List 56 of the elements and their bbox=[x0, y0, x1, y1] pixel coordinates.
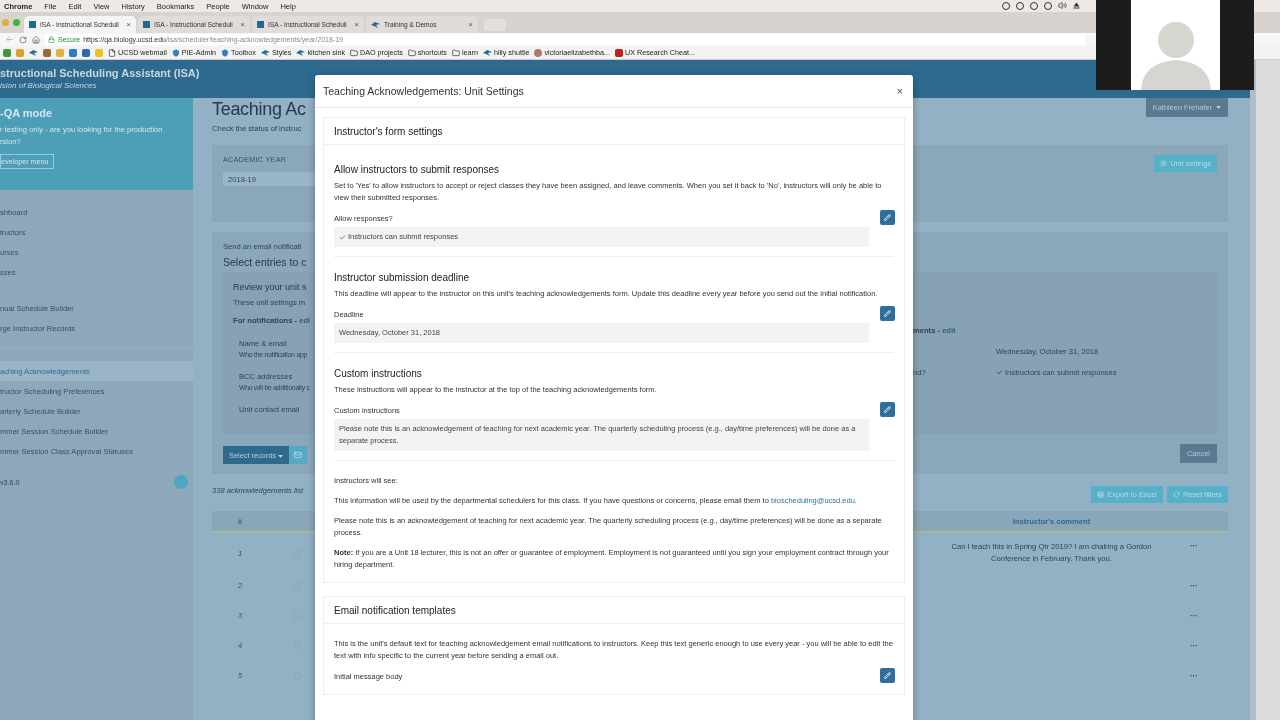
notification-heading: Select entries to c bbox=[223, 256, 308, 268]
card-title: Instructor's form settings bbox=[334, 125, 443, 137]
bird-icon bbox=[371, 21, 380, 28]
table-icon bbox=[1097, 491, 1105, 498]
close-tab-button[interactable]: × bbox=[354, 20, 359, 29]
lock-icon bbox=[48, 36, 55, 43]
folder-icon bbox=[451, 48, 460, 57]
check-icon bbox=[339, 233, 346, 241]
dialog-title: Teaching Acknowledgements: Unit Settings bbox=[323, 85, 524, 97]
edit-button[interactable] bbox=[880, 210, 895, 225]
caret-icon bbox=[1216, 106, 1221, 109]
envelope-icon bbox=[294, 451, 303, 459]
pencil-icon bbox=[884, 672, 891, 679]
shield-icon bbox=[171, 48, 180, 57]
app-title: structional Scheduling Assistant (ISA) bbox=[0, 67, 201, 79]
folder-icon bbox=[407, 48, 416, 57]
bird-icon bbox=[296, 49, 306, 56]
site-icon bbox=[29, 21, 36, 28]
edit-button[interactable] bbox=[880, 306, 895, 321]
close-tab-button[interactable]: × bbox=[468, 20, 473, 29]
avatar-icon bbox=[534, 48, 543, 57]
edit-button[interactable] bbox=[880, 402, 895, 417]
eject-icon[interactable] bbox=[1073, 2, 1080, 9]
site-icon bbox=[257, 21, 264, 28]
close-tab-button[interactable]: × bbox=[126, 20, 131, 29]
bird-icon bbox=[482, 49, 492, 56]
home-icon[interactable] bbox=[32, 35, 40, 44]
refresh-icon bbox=[1172, 491, 1180, 498]
speaker-icon[interactable] bbox=[1058, 1, 1067, 10]
close-tab-button[interactable]: × bbox=[240, 20, 245, 29]
bird-icon bbox=[260, 49, 270, 56]
page-heading: Teaching Ac bbox=[212, 98, 307, 120]
reload-icon[interactable] bbox=[19, 35, 27, 44]
back-icon[interactable] bbox=[5, 35, 14, 44]
pencil-icon bbox=[884, 214, 891, 221]
bird-icon bbox=[29, 49, 38, 56]
page-icon bbox=[108, 48, 116, 57]
qa-mode-heading: -QA mode bbox=[0, 107, 54, 119]
shield-icon bbox=[221, 48, 230, 57]
edit-button[interactable] bbox=[880, 668, 895, 683]
caret-icon bbox=[278, 454, 284, 458]
card-title: Email notification templates bbox=[334, 604, 456, 616]
scrollbar[interactable] bbox=[1250, 60, 1256, 720]
check-icon bbox=[996, 369, 1003, 376]
close-button[interactable]: × bbox=[894, 85, 905, 97]
pencil-icon bbox=[884, 406, 891, 413]
review-heading: Review your unit s bbox=[233, 282, 308, 292]
site-icon bbox=[143, 21, 150, 28]
app-subtitle: ision of Biological Sciences bbox=[0, 81, 98, 90]
pencil-icon bbox=[884, 310, 891, 317]
section-heading: Instructor submission deadline bbox=[334, 271, 471, 285]
section-heading: Allow instructors to submit responses bbox=[334, 163, 501, 177]
section-heading: Custom instructions bbox=[334, 367, 423, 381]
zoom-button[interactable] bbox=[13, 19, 20, 26]
folder-icon bbox=[350, 48, 358, 57]
gear-icon bbox=[1160, 160, 1168, 167]
